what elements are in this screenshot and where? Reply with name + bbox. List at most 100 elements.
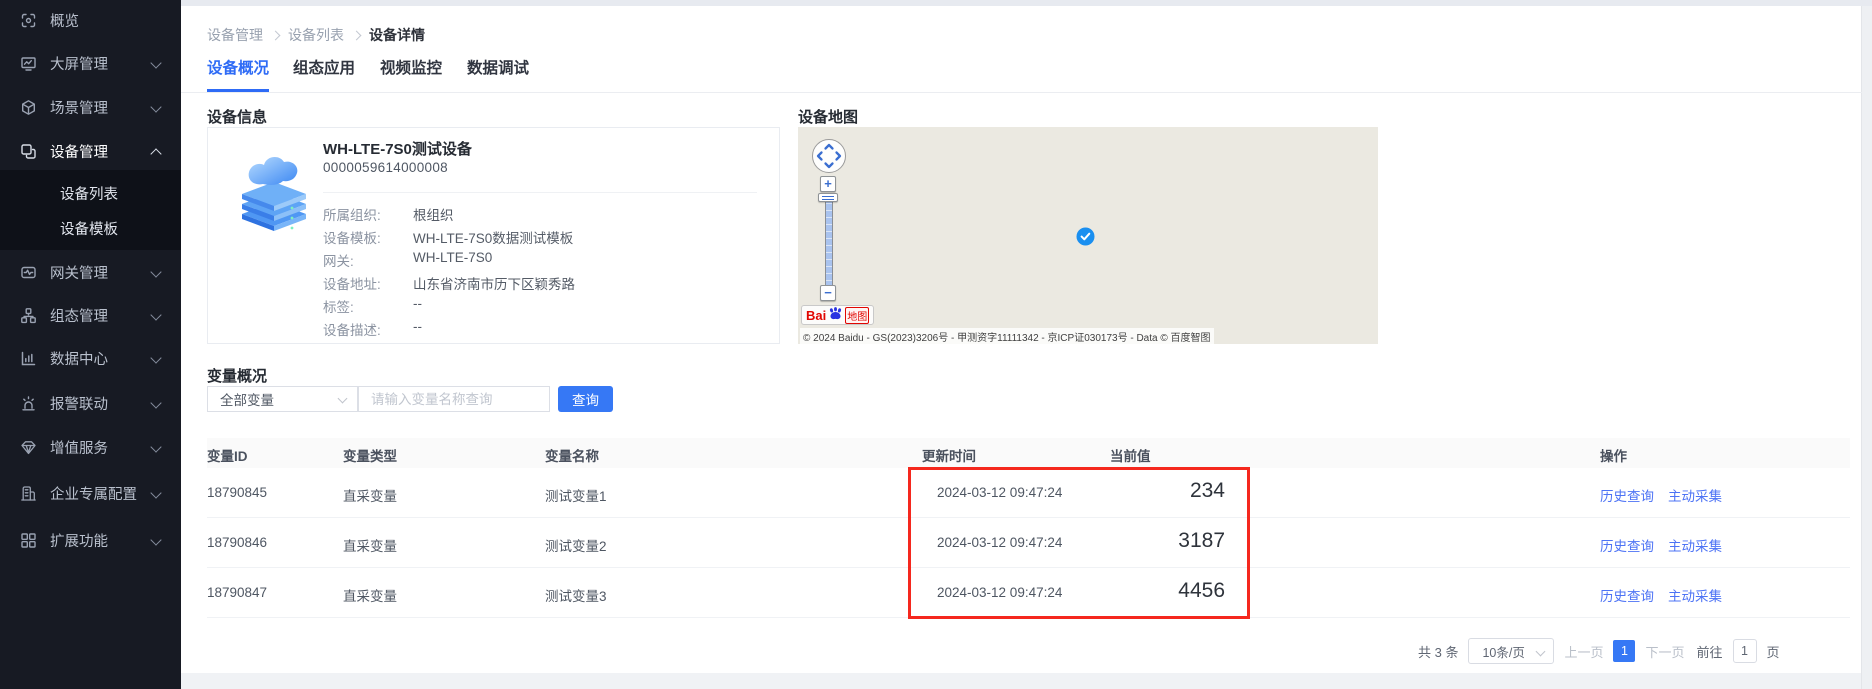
map-zoom-out-button[interactable]: − xyxy=(820,285,836,301)
device-cloud-stack-icon xyxy=(232,140,316,237)
map-pan-control[interactable] xyxy=(810,137,848,180)
field-tags: 标签: -- xyxy=(323,296,422,316)
sidebar-item-device-mgmt[interactable]: 设备管理 xyxy=(0,139,181,163)
baidu-map: + − Bai 地图 © 2024 Baidu - GS(2023)3206号 xyxy=(798,127,1378,344)
device-map-title: 设备地图 xyxy=(798,106,858,127)
cell-id: 18790847 xyxy=(207,585,267,600)
baidu-logo: Bai 地图 xyxy=(801,305,874,325)
cell-time: 2024-03-12 09:47:24 xyxy=(937,535,1062,550)
cell-name: 测试变量3 xyxy=(545,585,607,605)
scene-icon xyxy=(19,98,37,116)
sidebar-item-screen-mgmt[interactable]: 大屏管理 xyxy=(0,51,181,75)
field-template: 设备模板: WH-LTE-7S0数据测试模板 xyxy=(323,227,573,247)
active-collect-link[interactable]: 主动采集 xyxy=(1668,535,1722,555)
sidebar-item-extensions[interactable]: 扩展功能 xyxy=(0,528,181,552)
tab-device-overview[interactable]: 设备概况 xyxy=(207,56,269,92)
header-variable-type: 变量类型 xyxy=(343,445,397,465)
breadcrumb-device-detail: 设备详情 xyxy=(369,25,425,45)
chevron-down-icon xyxy=(150,487,161,498)
map-zoom-slider[interactable] xyxy=(818,193,838,202)
device-name: WH-LTE-7S0测试设备 xyxy=(323,138,472,159)
chevron-down-icon xyxy=(150,441,161,452)
building-icon xyxy=(19,484,37,502)
field-organization: 所属组织: 根组织 xyxy=(323,204,454,224)
chevron-down-icon xyxy=(150,397,161,408)
sidebar-item-device-template[interactable]: 设备模板 xyxy=(0,216,181,240)
device-info-panel: WH-LTE-7S0测试设备 0000059614000008 所属组织: 根组… xyxy=(207,127,780,344)
sidebar-item-overview[interactable]: 概览 xyxy=(0,8,181,32)
info-divider xyxy=(323,192,757,193)
sidebar-item-enterprise-config[interactable]: 企业专属配置 xyxy=(0,481,181,505)
variable-search-input[interactable] xyxy=(358,386,550,412)
device-id: 0000059614000008 xyxy=(323,160,448,175)
search-button[interactable]: 查询 xyxy=(558,386,613,412)
cell-actions: 历史查询 主动采集 xyxy=(1600,535,1722,555)
device-mgmt-submenu: 设备列表 设备模板 xyxy=(0,170,181,250)
data-center-icon xyxy=(19,349,37,367)
header-current-value: 当前值 xyxy=(1110,445,1151,465)
cell-type: 直采变量 xyxy=(343,535,397,555)
chevron-down-icon xyxy=(150,534,161,545)
tabbar-divider xyxy=(181,92,1862,93)
breadcrumb-device-list[interactable]: 设备列表 xyxy=(288,25,344,45)
breadcrumb-separator-icon xyxy=(271,31,281,41)
sidebar-item-value-added[interactable]: 增值服务 xyxy=(0,435,181,459)
history-query-link[interactable]: 历史查询 xyxy=(1600,585,1654,605)
sidebar-item-scene-mgmt[interactable]: 场景管理 xyxy=(0,95,181,119)
header-variable-id: 变量ID xyxy=(207,445,248,465)
next-page-button[interactable]: 下一页 xyxy=(1645,642,1684,661)
history-query-link[interactable]: 历史查询 xyxy=(1600,485,1654,505)
gateway-icon xyxy=(19,263,37,281)
sidebar-item-alarm-linkage[interactable]: 报警联动 xyxy=(0,391,181,415)
table-row: 18790847 直采变量 测试变量3 2024-03-12 09:47:24 … xyxy=(207,568,1850,618)
cell-time: 2024-03-12 09:47:24 xyxy=(937,485,1062,500)
variable-type-select[interactable]: 全部变量 xyxy=(207,386,358,412)
chevron-down-icon xyxy=(150,101,161,112)
sidebar-item-config-mgmt[interactable]: 组态管理 xyxy=(0,303,181,327)
table-row: 18790846 直采变量 测试变量2 2024-03-12 09:47:24 … xyxy=(207,518,1850,568)
sidebar-item-device-list[interactable]: 设备列表 xyxy=(0,181,181,205)
goto-page-input[interactable] xyxy=(1733,639,1757,663)
chevron-down-icon xyxy=(338,394,348,404)
page-size-select[interactable]: 10条/页 xyxy=(1468,638,1554,664)
prev-page-button[interactable]: 上一页 xyxy=(1564,642,1603,661)
header-variable-name: 变量名称 xyxy=(545,445,599,465)
sidebar-item-data-center[interactable]: 数据中心 xyxy=(0,346,181,370)
map-zoom-track[interactable] xyxy=(825,195,833,287)
overview-icon xyxy=(19,11,37,29)
scrollbar-track[interactable] xyxy=(1861,6,1872,689)
active-collect-link[interactable]: 主动采集 xyxy=(1668,485,1722,505)
grid-icon xyxy=(19,531,37,549)
history-query-link[interactable]: 历史查询 xyxy=(1600,535,1654,555)
map-zoom-in-button[interactable]: + xyxy=(820,176,836,192)
cell-actions: 历史查询 主动采集 xyxy=(1600,485,1722,505)
page-1-button[interactable]: 1 xyxy=(1613,640,1635,662)
table-header: 变量ID 变量类型 变量名称 更新时间 当前值 操作 xyxy=(207,438,1850,468)
field-gateway: 网关: WH-LTE-7S0 xyxy=(323,250,492,270)
header-update-time: 更新时间 xyxy=(922,445,976,465)
device-icon xyxy=(19,142,37,160)
tab-video-monitor[interactable]: 视频监控 xyxy=(380,56,442,89)
cell-id: 18790846 xyxy=(207,535,267,550)
chevron-down-icon xyxy=(150,266,161,277)
goto-suffix-label: 页 xyxy=(1767,642,1780,661)
gem-icon xyxy=(19,438,37,456)
baidu-paw-icon xyxy=(828,306,843,325)
tab-data-debug[interactable]: 数据调试 xyxy=(467,56,529,89)
variables-title: 变量概况 xyxy=(207,365,267,386)
cell-time: 2024-03-12 09:47:24 xyxy=(937,585,1062,600)
field-description: 设备描述: -- xyxy=(323,319,422,339)
cell-type: 直采变量 xyxy=(343,585,397,605)
cell-name: 测试变量1 xyxy=(545,485,607,505)
breadcrumb-device-mgmt[interactable]: 设备管理 xyxy=(207,25,263,45)
device-location-marker-icon[interactable] xyxy=(1076,227,1095,251)
active-collect-link[interactable]: 主动采集 xyxy=(1668,585,1722,605)
chevron-down-icon xyxy=(150,352,161,363)
table-row: 18790845 直采变量 测试变量1 2024-03-12 09:47:24 … xyxy=(207,468,1850,518)
alarm-icon xyxy=(19,394,37,412)
cell-value: 4456 xyxy=(1057,579,1225,603)
sidebar: 概览 大屏管理 场景管理 设备管理 设备列表 xyxy=(0,0,181,689)
sidebar-item-gateway-mgmt[interactable]: 网关管理 xyxy=(0,260,181,284)
cell-actions: 历史查询 主动采集 xyxy=(1600,585,1722,605)
tab-config-app[interactable]: 组态应用 xyxy=(293,56,355,89)
